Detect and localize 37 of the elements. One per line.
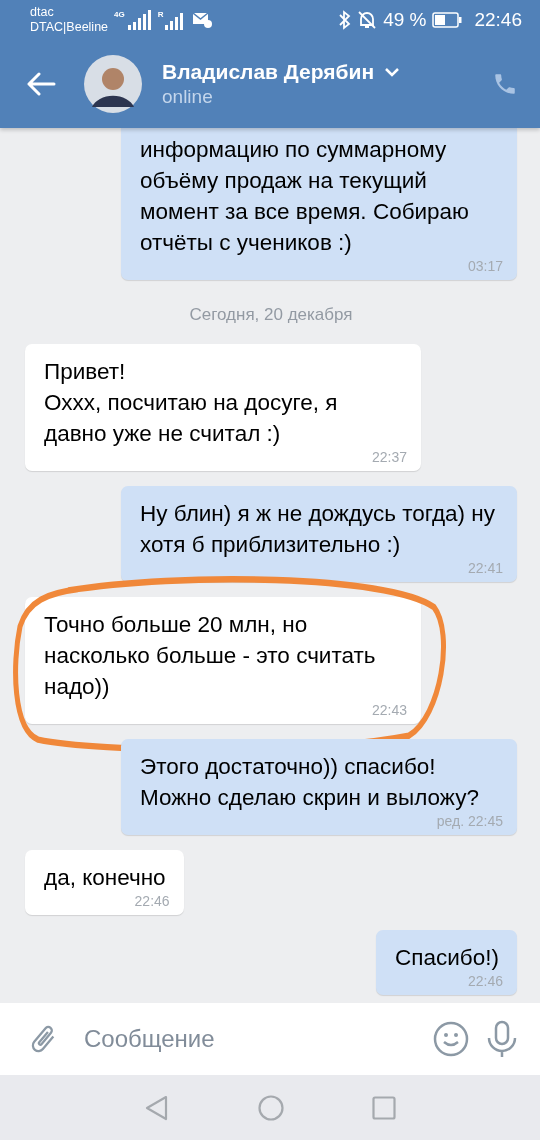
message-text: Привет! Оххх, посчитаю на досуге, я давно уже не считал :)	[44, 358, 339, 448]
carrier-name: DTAC|Beeline	[30, 20, 109, 35]
message-text: информацию по суммарному объёму продаж на текущий момент за все время. Собираю отчёты с учеников :)	[140, 136, 470, 257]
message-time: ред. 22:45	[436, 813, 503, 829]
message-time: 03:17	[467, 258, 503, 274]
message-text: Спасибо!)	[395, 944, 499, 972]
battery-icon	[432, 12, 463, 28]
message-time: 22:37	[371, 449, 407, 465]
date-separator: Сегодня, 20 декабря	[189, 305, 353, 325]
status-time: 22:46	[474, 9, 522, 31]
avatar[interactable]	[84, 55, 142, 113]
network-type: 4G	[114, 10, 125, 19]
home-icon[interactable]	[258, 1094, 284, 1121]
roaming-indicator: R	[157, 10, 164, 19]
contact-name[interactable]: Владислав Дерябин	[162, 60, 375, 84]
bluetooth-icon	[339, 10, 352, 30]
back-icon[interactable]	[26, 72, 56, 96]
message-time: 22:43	[371, 702, 407, 718]
carrier-name: dtac	[30, 5, 55, 20]
emoji-icon[interactable]	[432, 1020, 470, 1058]
mail-icon	[192, 12, 213, 28]
battery-percentage: 49 %	[383, 9, 427, 31]
microphone-icon[interactable]	[486, 1020, 518, 1058]
message-time: 22:46	[134, 893, 170, 909]
message-text: Ну блин) я ж не дождусь тогда) ну хотя б приблизительно :)	[140, 500, 497, 559]
signal-icon	[125, 10, 152, 30]
back-icon[interactable]	[144, 1093, 170, 1122]
message-text: Точно больше 20 млн, но насколько больше - это считать надо))	[44, 611, 377, 701]
contact-status: online	[162, 86, 214, 108]
message-text: да, конечно	[44, 864, 166, 892]
message-time: 22:41	[467, 560, 503, 576]
message-time: 22:46	[467, 973, 503, 989]
chevron-down-icon[interactable]	[384, 67, 401, 77]
recents-icon[interactable]	[372, 1095, 396, 1120]
message-text: Этого достаточно)) спасибо! Можно сделаю скрин и выложу?	[140, 753, 480, 812]
phone-icon[interactable]	[492, 71, 518, 97]
bell-muted-icon	[357, 10, 378, 30]
